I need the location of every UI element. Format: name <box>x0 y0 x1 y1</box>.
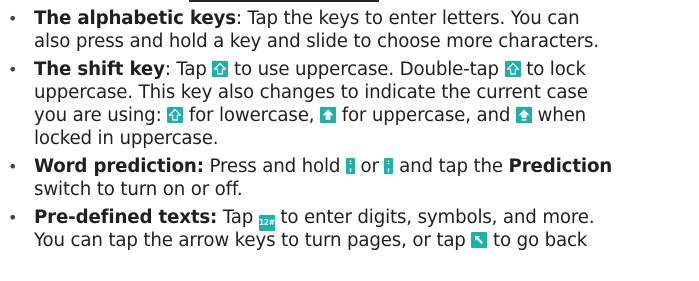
prediction-label: Prediction <box>508 156 613 177</box>
text-line: locked in uppercase. <box>34 128 219 149</box>
term-shift-key: The shift key <box>34 59 165 80</box>
text-line: also press and hold a key and slide to c… <box>34 31 600 52</box>
text-line: You can tap the arrow keys to turn pages… <box>34 229 699 252</box>
term-pre-defined-texts: Pre-defined texts: <box>34 207 218 228</box>
shift-outline-icon <box>212 61 229 77</box>
shift-outline-icon <box>504 61 521 77</box>
comma-key-icon <box>384 158 394 174</box>
description-text: to lock <box>520 59 586 80</box>
term-alphabetic-keys: The alphabetic keys <box>34 8 236 29</box>
description-text: for lowercase, <box>183 105 321 126</box>
item-text: The alphabetic keys: Tap the keys to ent… <box>34 7 699 53</box>
item-text: Pre-defined texts: Tap 12# to enter digi… <box>34 206 699 252</box>
text-line: The alphabetic keys: Tap the keys to ent… <box>34 7 699 30</box>
description-text: when <box>531 105 587 126</box>
description-text: Press and hold <box>203 156 346 177</box>
description-text: : Tap the keys to enter letters. You can <box>235 8 580 29</box>
term-word-prediction: Word prediction: <box>34 156 204 177</box>
description-text: You can tap the arrow keys to turn pages… <box>34 230 472 251</box>
description-text: : Tap <box>164 59 213 80</box>
text-line: switch to turn on or off. <box>34 179 243 200</box>
top-rule <box>189 0 379 2</box>
description-text: you are using: <box>34 105 168 126</box>
text-line: uppercase. This key also changes to indi… <box>34 82 588 103</box>
description-text: Tap <box>217 207 259 228</box>
shift-outline-icon <box>167 107 184 123</box>
description-text: to enter digits, symbols, and more. <box>274 207 595 228</box>
item-text: The shift key: Tap to use uppercase. Dou… <box>34 58 699 150</box>
description-text: to use uppercase. Double-tap <box>228 59 505 80</box>
description-text: to go back <box>487 230 588 251</box>
comma-key-icon <box>345 158 355 174</box>
bullet: • <box>8 157 18 176</box>
description-text: for uppercase, and <box>336 105 516 126</box>
text-line: Word prediction: Press and hold or and t… <box>34 155 699 178</box>
description-text: or <box>354 156 385 177</box>
description-text: and tap the <box>393 156 509 177</box>
bullet: • <box>8 60 18 79</box>
shift-filled-icon <box>320 107 337 123</box>
bullet: • <box>8 9 18 28</box>
bullet: • <box>8 208 18 227</box>
item-text: Word prediction: Press and hold or and t… <box>34 155 699 201</box>
text-line: Pre-defined texts: Tap 12# to enter digi… <box>34 206 699 231</box>
shift-locked-icon <box>515 107 532 123</box>
symbols-key-icon: 12# <box>258 215 275 231</box>
text-line: The shift key: Tap to use uppercase. Dou… <box>34 58 699 81</box>
text-line: you are using: for lowercase, for upperc… <box>34 104 699 127</box>
back-arrow-icon <box>471 232 488 248</box>
